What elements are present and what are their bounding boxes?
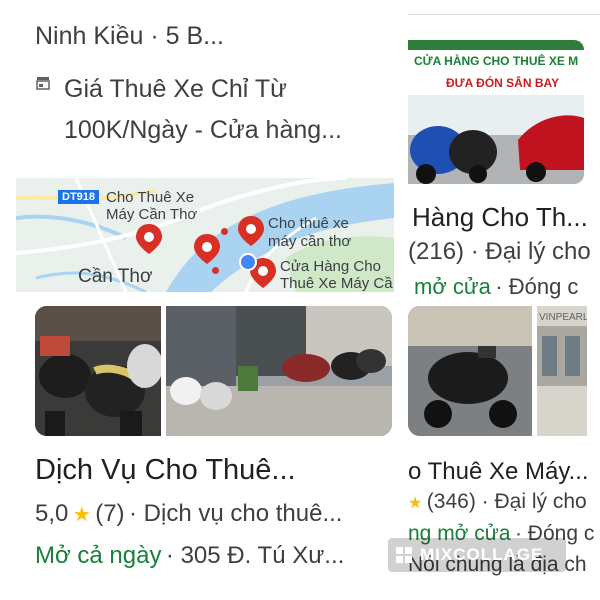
street-bike-graphic [408,306,532,436]
map-label-1-line-1: Cho Thuê Xe [106,189,195,206]
map-label-3-line-2: Thuê Xe Máy Cầ [280,275,393,292]
map-label-2-line-1: Cho thuê xe [268,215,349,232]
motorbikes-photo-graphic [35,306,161,436]
result-photo-2b[interactable]: VINPEARL [537,306,587,436]
result-status-1: mở cửa [414,274,491,299]
collage-watermark: MIXCOLLAGE [388,538,566,572]
building-photo-graphic [537,306,587,436]
result-reviews-2: (346) · Đại lý cho [426,490,587,513]
review-count[interactable]: (7) [95,500,124,527]
web-snippet-icon [36,76,50,90]
star-icon-2: ★ [408,495,423,512]
snippet-line-1: Giá Thuê Xe Chỉ Từ [64,75,287,103]
map-preview[interactable]: DT918 Cho Thuê Xe Máy Cần Thơ Cho thuê x… [16,178,394,292]
business-photo-2[interactable] [166,306,392,436]
watermark-text: MIXCOLLAGE [420,545,544,564]
result-title-1[interactable]: Hàng Cho Th... [412,202,588,233]
star-icon: ★ [72,504,91,526]
result-status-1-rest: · Đóng c [495,274,579,299]
rating-value: 5,0 [35,500,69,527]
shopfront-photo-graphic [166,306,392,436]
map-city-label: Cần Thơ [78,266,153,287]
rating-row: 5,0 ★ (7) · Dịch vụ cho thuê... [35,500,342,530]
small-pin-dot-1 [221,228,228,235]
business-category: · Dịch vụ cho thuê... [129,500,343,527]
snippet-line-2: 100K/Ngày - Cửa hàng... [64,116,343,144]
result-status-row-1: mở cửa · Đóng c [414,274,578,300]
top-divider [408,14,600,15]
right-result-column[interactable]: CỬA HÀNG CHO THUÊ XE M ĐƯA ĐÓN SÂN BAY H… [404,0,600,600]
result-reviews-1: (216) · Đại lý cho [408,238,591,265]
my-location-dot [239,253,257,271]
road-shield: DT918 [58,190,100,204]
result-photo-2a[interactable] [408,306,532,436]
location-text: Ninh Kiều · 5 B... [35,22,224,50]
result-title-2[interactable]: o Thuê Xe Máy... [408,458,589,486]
banner-title-line-1: CỬA HÀNG CHO THUÊ XE M [414,54,579,68]
banner-title-line-2: ĐƯA ĐÓN SÂN BAY [446,76,560,90]
map-pin-3[interactable] [238,216,264,246]
shop-banner-photo[interactable]: CỬA HÀNG CHO THUÊ XE M ĐƯA ĐÓN SÂN BAY [408,40,584,184]
business-photo-1[interactable] [35,306,161,436]
map-label-3-line-1: Cửa Hàng Cho [280,258,381,275]
business-address: · 305 Đ. Tú Xư... [165,542,345,569]
map-label-2-line-2: máy cần thơ [268,233,352,250]
mall-sign: VINPEARL [539,312,587,323]
left-result-card[interactable]: Ninh Kiều · 5 B... Giá Thuê Xe Chỉ Từ 10… [0,0,396,600]
result-rating-row-2: ★ (346) · Đại lý cho [408,490,587,514]
map-pin-2[interactable] [194,234,220,264]
hours-status: Mở cả ngày [35,542,162,569]
business-title[interactable]: Dịch Vụ Cho Thuê... [35,454,296,487]
map-pin-1[interactable] [136,224,162,254]
map-label-1-line-2: Máy Cần Thơ [106,206,198,223]
watermark-logo-icon [396,547,412,563]
hours-row: Mở cả ngày · 305 Đ. Tú Xư... [35,542,344,570]
small-pin-dot-2 [212,267,219,274]
